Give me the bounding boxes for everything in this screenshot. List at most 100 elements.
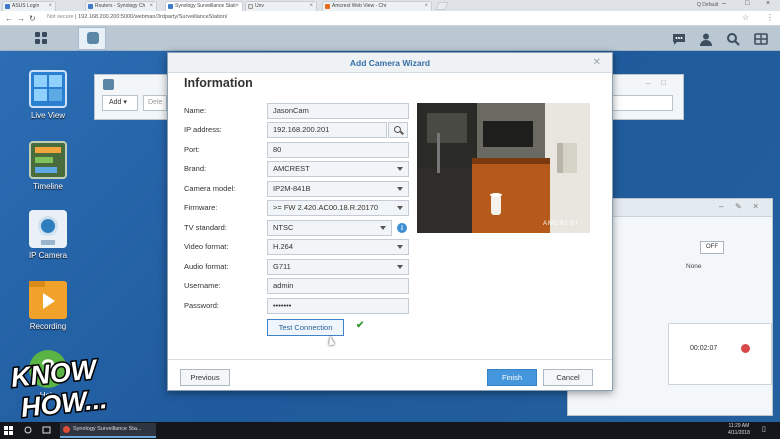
- back-icon[interactable]: ←: [5, 14, 13, 23]
- live-view-icon: [29, 70, 67, 108]
- chat-icon[interactable]: [672, 32, 686, 46]
- reload-icon[interactable]: ↻: [29, 14, 36, 23]
- recording-timer: 00:02:07: [690, 345, 718, 352]
- task-view-icon[interactable]: [42, 426, 51, 435]
- window-maximize-icon[interactable]: □: [661, 78, 666, 87]
- none-value: None: [686, 263, 702, 270]
- tv-standard-label: TV standard:: [184, 223, 227, 232]
- delete-button[interactable]: Dele: [143, 95, 167, 111]
- add-button[interactable]: Add ▾: [102, 95, 138, 111]
- tab-favicon-icon: [5, 4, 10, 9]
- tab-favicon-icon: [88, 4, 93, 9]
- browser-tab[interactable]: Unv ×: [245, 1, 317, 11]
- stop-recording-icon[interactable]: [741, 344, 750, 353]
- ip-address-field[interactable]: 192.168.200.201: [267, 122, 387, 138]
- browser-tab[interactable]: ASUS Login ×: [2, 1, 56, 11]
- cortana-search-icon[interactable]: [24, 426, 33, 435]
- brand-select[interactable]: AMCREST: [267, 161, 409, 177]
- password-label: Password:: [184, 301, 220, 310]
- tab-favicon-icon: [325, 4, 330, 9]
- name-label: Name:: [184, 106, 207, 115]
- window-minimize-icon[interactable]: –: [646, 79, 650, 88]
- port-field[interactable]: 80: [267, 142, 409, 158]
- close-icon[interactable]: ✕: [593, 53, 601, 73]
- previous-button[interactable]: Previous: [180, 369, 230, 386]
- wizard-title-bar: Add Camera Wizard ✕: [168, 53, 612, 73]
- dsm-taskbar: [0, 26, 780, 51]
- off-toggle[interactable]: OFF: [700, 241, 724, 254]
- camera-preview: AMCREST: [417, 103, 590, 233]
- video-format-label: Video format:: [184, 242, 229, 251]
- desktop-icon-ip-camera[interactable]: IP Camera: [26, 210, 70, 260]
- address-bar: ← → ↻ Not secure | 192.168.200.200:5000/…: [0, 11, 780, 26]
- taskbar-app-item[interactable]: Synology Surveillance Sta...: [60, 423, 156, 438]
- system-clock[interactable]: 11:29 AM 4/11/2018: [728, 423, 750, 437]
- password-field[interactable]: •••••••: [267, 298, 409, 314]
- preview-watermark: AMCREST: [543, 221, 580, 227]
- video-format-select[interactable]: H.264: [267, 239, 409, 255]
- finish-button[interactable]: Finish: [487, 369, 537, 386]
- minimize-icon[interactable]: –: [719, 202, 723, 211]
- name-field[interactable]: JasonCam: [267, 103, 409, 119]
- search-icon[interactable]: [726, 32, 740, 46]
- notifications-icon[interactable]: ▯: [762, 425, 766, 433]
- pin-icon[interactable]: ✎: [735, 202, 742, 211]
- model-label: Camera model:: [184, 184, 236, 193]
- firmware-label: Firmware:: [184, 203, 218, 212]
- wizard-footer: Previous Finish Cancel: [168, 359, 612, 390]
- close-icon[interactable]: ×: [235, 2, 239, 11]
- main-menu-grid-icon[interactable]: [26, 29, 56, 49]
- browser-tab[interactable]: Amcrest Web View - Chr ×: [322, 1, 432, 11]
- recording-folder-icon: [29, 281, 67, 319]
- windows-start-icon[interactable]: [4, 426, 13, 435]
- tab-favicon-icon: [248, 4, 253, 9]
- url-field[interactable]: Not secure | 192.168.200.200:5000/webman…: [47, 14, 227, 20]
- browser-tab-active[interactable]: Synology Surveillance Stati ×: [165, 1, 243, 11]
- bookmark-star-icon[interactable]: ☆: [742, 13, 749, 22]
- desktop-icon-recording[interactable]: Recording: [26, 281, 70, 331]
- ip-camera-icon: [29, 210, 67, 248]
- username-field[interactable]: admin: [267, 278, 409, 294]
- camera-icon: [103, 79, 114, 90]
- widgets-icon[interactable]: [754, 32, 768, 46]
- brand-label: Brand:: [184, 164, 207, 173]
- port-label: Port:: [184, 145, 200, 154]
- desktop-icon-live-view[interactable]: Live View: [26, 70, 70, 120]
- browser-tab-bar: ASUS Login × Routers - Synology Ch × Synol…: [0, 0, 780, 11]
- close-window-icon[interactable]: ×: [766, 0, 770, 7]
- desktop-icon-timeline[interactable]: Timeline: [26, 141, 70, 191]
- chrome-icon: [63, 426, 70, 433]
- wizard-title: Add Camera Wizard: [349, 58, 431, 68]
- close-icon[interactable]: ×: [309, 2, 313, 11]
- check-icon: ✔: [356, 320, 365, 331]
- camera-model-select[interactable]: IP2M-841B: [267, 181, 409, 197]
- close-icon[interactable]: ×: [424, 2, 428, 11]
- close-icon[interactable]: ×: [753, 201, 758, 211]
- browser-user[interactable]: Q Default: [697, 2, 718, 8]
- maximize-icon[interactable]: □: [745, 0, 749, 7]
- browser-menu-icon[interactable]: ⋮: [766, 13, 774, 22]
- know-how-watermark: KNOW HOW...: [0, 352, 170, 425]
- username-label: Username:: [184, 281, 221, 290]
- audio-format-select[interactable]: G711: [267, 259, 409, 275]
- surveillance-app-task[interactable]: [78, 27, 106, 50]
- close-icon[interactable]: ×: [149, 2, 153, 11]
- browser-tab[interactable]: Routers - Synology Ch ×: [85, 1, 157, 11]
- close-icon[interactable]: ×: [48, 2, 52, 11]
- forward-icon[interactable]: →: [17, 14, 25, 23]
- audio-format-label: Audio format:: [184, 262, 229, 271]
- new-tab-button[interactable]: [435, 2, 449, 10]
- tab-favicon-icon: [168, 4, 173, 9]
- cancel-button[interactable]: Cancel: [543, 369, 593, 386]
- ip-label: IP address:: [184, 125, 222, 134]
- search-icon[interactable]: [388, 122, 408, 138]
- minimize-icon[interactable]: –: [722, 0, 726, 7]
- test-connection-button[interactable]: Test Connection: [267, 319, 344, 336]
- info-icon[interactable]: i: [397, 223, 407, 233]
- tv-standard-select[interactable]: NTSC: [267, 220, 392, 236]
- user-icon[interactable]: [699, 32, 713, 46]
- firmware-select[interactable]: >= FW 2.420.AC00.18.R.20170: [267, 200, 409, 216]
- camera-icon: [87, 32, 99, 44]
- add-camera-wizard: Add Camera Wizard ✕ Information Name: Ja…: [167, 52, 613, 391]
- section-heading: Information: [184, 76, 253, 90]
